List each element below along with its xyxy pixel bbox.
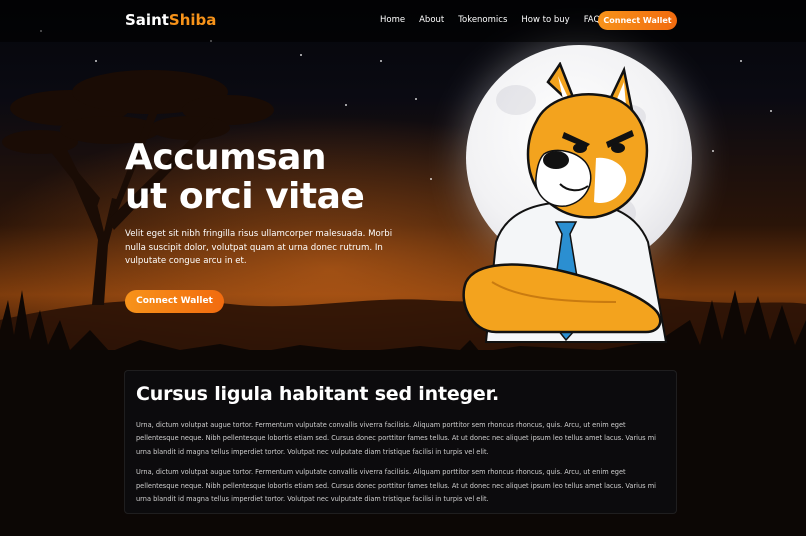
card-paragraph-2: Urna, dictum volutpat augue tortor. Ferm… — [136, 468, 656, 504]
hero-connect-wallet-button[interactable]: Connect Wallet — [125, 290, 224, 313]
nav-about[interactable]: About — [419, 15, 444, 25]
logo-text-shiba: Shiba — [168, 11, 217, 29]
info-card: Cursus ligula habitant sed integer. Urna… — [124, 370, 677, 514]
nav-how-to-buy[interactable]: How to buy — [521, 15, 569, 25]
header-connect-wallet-button[interactable]: Connect Wallet — [598, 11, 677, 30]
nav-tokenomics[interactable]: Tokenomics — [458, 15, 507, 25]
shiba-mascot-illustration — [462, 62, 668, 343]
site-logo[interactable]: SaintShiba — [125, 11, 216, 29]
landing-page: SaintShiba Home About Tokenomics How to … — [0, 0, 806, 536]
hero-description: Velit eget sit nibh fringilla risus ulla… — [125, 229, 393, 266]
hero-title: Accumsan ut orci vitae — [125, 138, 425, 216]
hero-title-line2: ut orci vitae — [125, 176, 365, 217]
nav-home[interactable]: Home — [380, 15, 405, 25]
card-paragraph-1: Urna, dictum volutpat augue tortor. Ferm… — [136, 421, 656, 456]
hero-title-line1: Accumsan — [125, 137, 327, 178]
logo-text-saint: Saint — [125, 11, 169, 29]
main-nav: Home About Tokenomics How to buy FAQ — [380, 15, 614, 25]
card-heading: Cursus ligula habitant sed integer. — [136, 383, 500, 405]
top-navbar: SaintShiba Home About Tokenomics How to … — [0, 0, 806, 42]
